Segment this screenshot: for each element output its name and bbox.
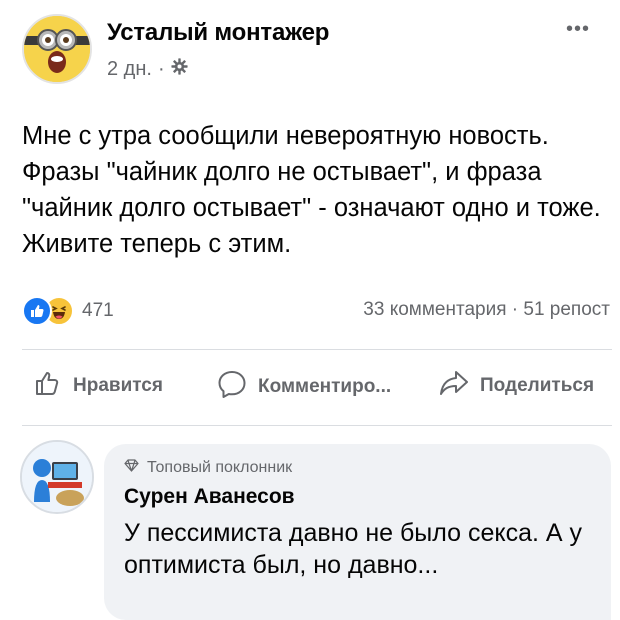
top-fan-badge: Топовый поклонник bbox=[124, 459, 292, 477]
diamond-icon bbox=[124, 459, 139, 477]
comment-label: Комментиро... bbox=[258, 376, 392, 397]
stats-separator: · bbox=[511, 299, 519, 320]
divider bbox=[22, 349, 612, 350]
comment-text: У пессимиста давно не было секса. А у оп… bbox=[124, 519, 583, 579]
share-count[interactable]: 51 репост bbox=[523, 299, 610, 320]
more-options-button[interactable]: ••• bbox=[566, 18, 590, 41]
divider bbox=[22, 425, 612, 426]
post-text: Мне с утра сообщили невероятную новость.… bbox=[22, 122, 601, 258]
comment-button[interactable]: Комментиро... bbox=[216, 368, 391, 406]
badge-label: Топовый поклонник bbox=[147, 459, 293, 476]
post-time[interactable]: 2 дн. bbox=[107, 58, 152, 81]
minion-avatar-image bbox=[24, 16, 90, 82]
reactions-summary[interactable]: 471 bbox=[22, 296, 114, 326]
thumbs-up-icon bbox=[22, 296, 52, 326]
reaction-count: 471 bbox=[82, 300, 114, 321]
thumbs-up-outline-icon bbox=[33, 368, 63, 404]
share-arrow-icon bbox=[438, 368, 470, 404]
share-label: Поделиться bbox=[480, 375, 595, 396]
comment-author-name[interactable]: Сурен Аванесов bbox=[124, 485, 295, 509]
share-button[interactable]: Поделиться bbox=[438, 368, 594, 404]
commenter-avatar-image bbox=[22, 442, 92, 512]
comment-share-stats: 33 комментария · 51 репост bbox=[363, 299, 610, 321]
like-button[interactable]: Нравится bbox=[33, 368, 163, 404]
comment-count[interactable]: 33 комментария bbox=[363, 299, 506, 320]
like-label: Нравится bbox=[73, 375, 163, 396]
meta-separator: · bbox=[157, 58, 165, 80]
speech-bubble-icon bbox=[216, 368, 248, 406]
author-avatar[interactable] bbox=[22, 14, 92, 84]
commenter-avatar[interactable] bbox=[20, 440, 94, 514]
gear-icon[interactable] bbox=[171, 58, 188, 81]
post-meta: 2 дн. · bbox=[107, 58, 188, 81]
post-author-name[interactable]: Усталый монтажер bbox=[107, 19, 329, 47]
